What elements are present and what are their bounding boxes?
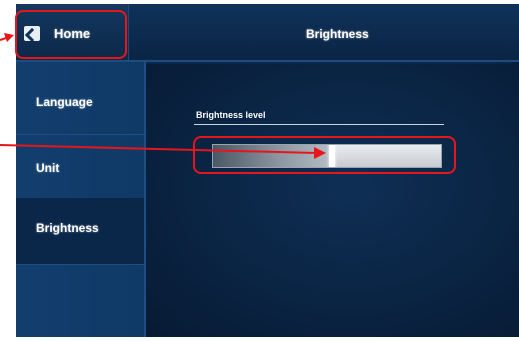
sidebar-item-brightness[interactable]: Brightness: [16, 198, 144, 265]
divider: [194, 124, 444, 125]
sidebar-item-label: Unit: [36, 161, 60, 175]
annotation-home-highlight: [15, 10, 127, 59]
annotation-slider-highlight: [193, 136, 456, 174]
sidebar: Language Unit Brightness: [16, 62, 146, 337]
annotation-arrow-home: [0, 33, 14, 42]
sidebar-item-label: Brightness: [36, 221, 99, 235]
sidebar-item-label: Language: [36, 95, 93, 109]
photo-stage: Home Brightness Language Unit Brightness…: [0, 0, 519, 341]
page-title: Brightness: [306, 27, 369, 41]
brightness-panel: Brightness level: [146, 64, 519, 337]
brightness-level-label: Brightness level: [196, 110, 266, 120]
sidebar-item-unit[interactable]: Unit: [16, 138, 144, 201]
sidebar-item-language[interactable]: Language: [16, 72, 144, 135]
